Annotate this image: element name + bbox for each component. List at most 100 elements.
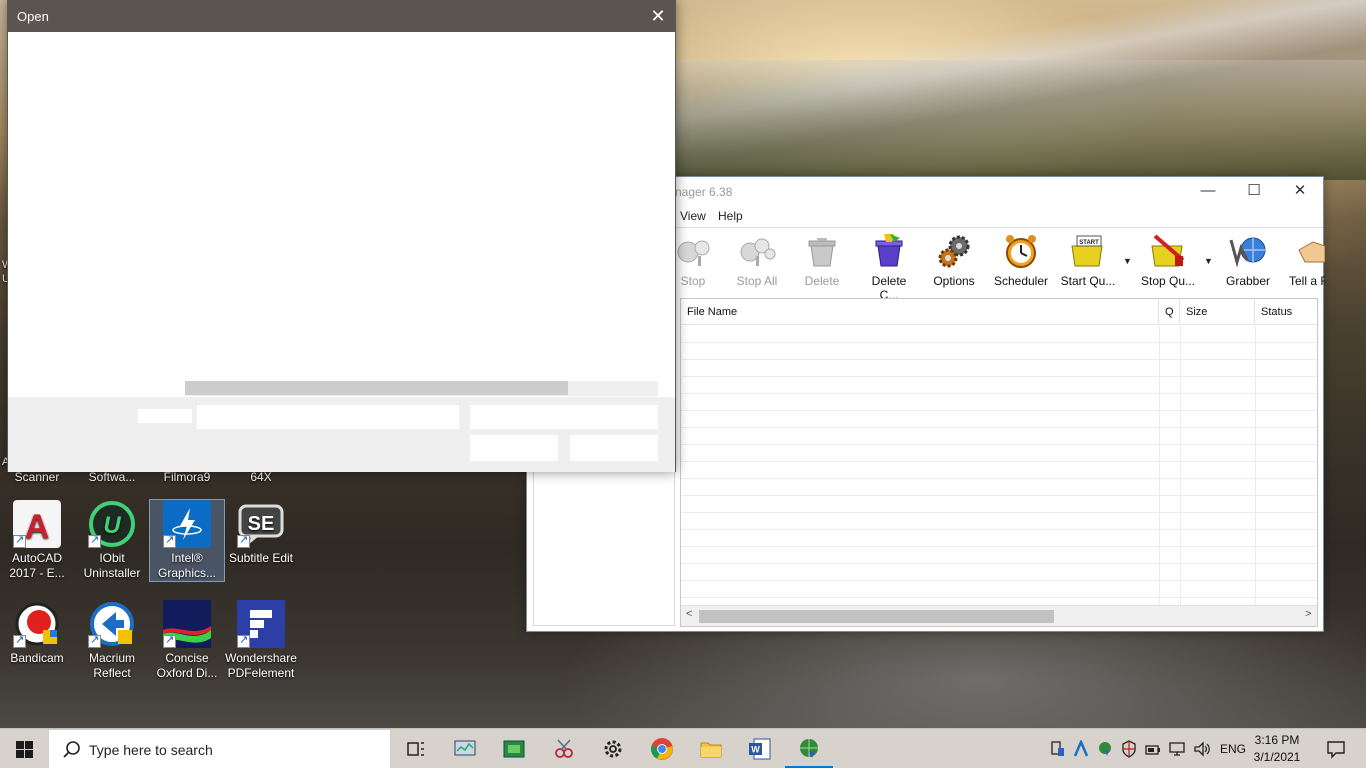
shortcut-arrow-icon [88,633,101,648]
wallpaper-valley [676,60,1366,180]
autocad-icon: A [13,500,61,548]
network-tray-icon[interactable] [1050,740,1066,758]
idm-download-list[interactable]: File Name Q Size Status < > [680,298,1318,627]
close-icon[interactable]: ✕ [641,1,675,32]
open-dialog-scroll-thumb[interactable] [185,381,568,395]
shortcut-arrow-icon [13,633,26,648]
desktop-icon-label[interactable]: Filmora9 [150,470,224,484]
file-name-input[interactable] [197,405,459,429]
column-status[interactable]: Status [1255,299,1317,325]
bandicam-icon [13,600,61,648]
subtitle-edit-icon: SE [237,500,285,548]
tell-a-friend-button[interactable]: Tell a Fr [1289,232,1325,288]
search-icon [63,741,80,758]
column-file-name[interactable]: File Name [681,299,1159,325]
desktop-icon-subtitle-edit[interactable]: SE Subtitle Edit [224,500,298,566]
list-rows [681,326,1317,606]
taskbar: Type here to search W ENG 3:16 PM 3/1/20… [0,728,1366,768]
taskbar-app-file-explorer[interactable] [687,729,735,768]
oxford-dictionary-icon [163,600,211,648]
desktop-icon-label[interactable]: Scanner [0,470,74,484]
open-dialog-title: Open [17,9,49,24]
stop-button[interactable]: Stop [673,232,713,288]
desktop-icon-bandicam[interactable]: Bandicam [0,600,74,666]
desktop-icon-autocad[interactable]: A AutoCAD 2017 - E... [0,500,74,581]
notification-center-button[interactable] [1312,729,1360,768]
file-type-select[interactable] [470,405,658,429]
options-gear-icon [935,232,973,270]
wifi-tray-icon[interactable] [1169,740,1185,758]
open-button[interactable] [470,435,558,461]
pdfelement-icon [237,600,285,648]
scroll-left-arrow[interactable]: < [686,608,692,620]
taskbar-app-monitor[interactable] [441,729,489,768]
menu-help[interactable]: Help [718,209,743,223]
grabber-button[interactable]: Grabber [1223,232,1273,288]
task-view-icon [407,742,424,756]
shortcut-arrow-icon [13,533,26,548]
taskbar-app-snipping[interactable] [540,729,588,768]
taskbar-app-idm[interactable] [785,729,833,768]
intel-graphics-icon [163,500,211,548]
stop-all-button[interactable]: Stop All [731,232,783,288]
stop-queue-button[interactable]: Stop Qu... [1139,232,1197,288]
start-button[interactable] [0,729,48,768]
open-dialog-content-area[interactable] [8,32,675,381]
start-queue-button[interactable]: START Start Qu... [1059,232,1117,288]
idm-categories-pane[interactable] [533,470,675,626]
security-tray-icon[interactable] [1121,740,1137,758]
desktop-icon-iobit-uninstaller[interactable]: U IObit Uninstaller [75,500,149,581]
system-tray: ENG [1046,729,1246,768]
delete-button[interactable]: Delete [801,232,843,288]
scroll-right-arrow[interactable]: > [1305,608,1311,620]
desktop-icon-label[interactable]: 64X [224,470,298,484]
taskbar-app-word[interactable]: W [736,729,784,768]
start-queue-dropdown[interactable]: ▼ [1123,256,1132,266]
start-queue-icon: START [1069,232,1107,270]
stop-queue-dropdown[interactable]: ▼ [1204,256,1213,266]
column-size[interactable]: Size [1180,299,1255,325]
taskbar-app-green[interactable] [490,729,538,768]
desktop-icon-oxford-dictionary[interactable]: Concise Oxford Di... [150,600,224,681]
tell-a-friend-icon [1295,232,1325,270]
desktop-icon-label[interactable]: Softwa... [75,470,149,484]
taskbar-search-box[interactable]: Type here to search [48,729,391,768]
delete-icon [803,232,841,270]
maximize-button[interactable]: ☐ [1231,177,1277,207]
minimize-button[interactable]: — [1185,177,1231,207]
stop-queue-icon [1149,232,1187,270]
delete-completed-icon [870,232,908,270]
clock-time: 3:16 PM [1254,733,1300,747]
idm-globe-icon [800,739,818,758]
svg-text:START: START [1079,240,1099,246]
column-queue[interactable]: Q [1159,299,1180,325]
taskbar-app-settings[interactable] [589,729,637,768]
macrium-reflect-icon [88,600,136,648]
scheduler-button[interactable]: Scheduler [993,232,1049,288]
file-explorer-icon [700,742,722,758]
open-dialog-titlebar[interactable]: Open ✕ [8,1,675,32]
taskbar-app-chrome[interactable] [638,729,686,768]
shortcut-arrow-icon [237,633,250,648]
word-icon: W [749,738,771,760]
task-view-button[interactable] [392,729,440,768]
cancel-button[interactable] [570,435,658,461]
delete-completed-button[interactable]: Delete C... [861,232,917,302]
desktop-icon-pdfelement[interactable]: Wondershare PDFelement [224,600,298,681]
scrollbar-thumb[interactable] [699,610,1054,623]
desktop-icon-macrium-reflect[interactable]: Macrium Reflect [75,600,149,681]
autocad-tray-icon[interactable] [1073,740,1089,758]
desktop-icon-intel-graphics[interactable]: Intel® Graphics... [149,499,225,582]
iobit-uninstaller-icon: U [88,500,136,548]
volume-tray-icon[interactable] [1193,740,1211,758]
language-indicator[interactable]: ENG [1220,742,1246,756]
battery-tray-icon[interactable] [1145,740,1161,758]
shortcut-arrow-icon [237,533,250,548]
svg-text:SE: SE [248,513,275,535]
taskbar-clock[interactable]: 3:16 PM 3/1/2021 [1252,732,1302,766]
horizontal-scrollbar[interactable]: < > [681,605,1317,626]
close-button[interactable]: ✕ [1277,177,1323,207]
options-button[interactable]: Options [931,232,977,288]
idm-tray-icon[interactable] [1097,740,1113,758]
menu-view[interactable]: View [680,209,706,223]
